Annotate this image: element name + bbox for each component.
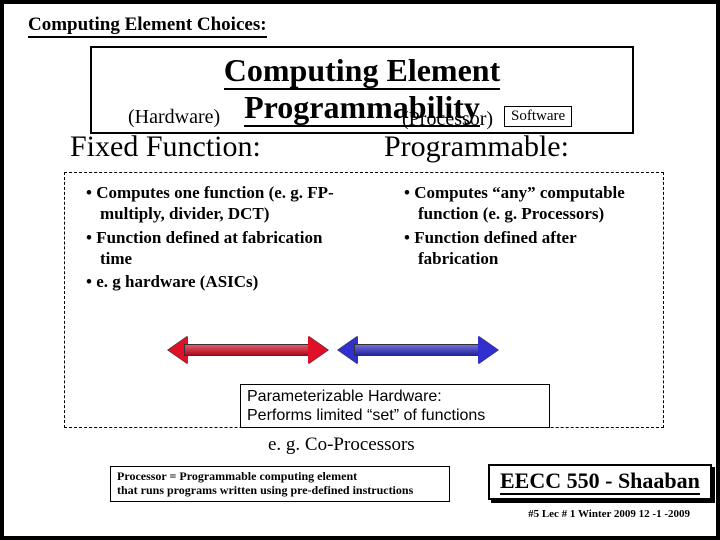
list-item: e. g hardware (ASICs) xyxy=(100,271,348,292)
course-box: EECC 550 - Shaaban xyxy=(488,464,712,500)
arrow-right-blue-icon xyxy=(338,342,498,358)
definition-line-2: that runs programs written using pre-def… xyxy=(117,484,443,498)
course-box-wrap: EECC 550 - Shaaban xyxy=(488,464,712,500)
list-item: Computes one function (e. g. FP-multiply… xyxy=(100,182,348,225)
parameterizable-box: Parameterizable Hardware: Performs limit… xyxy=(240,384,550,428)
definition-line-1: Processor = Programmable computing eleme… xyxy=(117,470,443,484)
list-item: Function defined after fabrication xyxy=(418,227,656,270)
slide: Computing Element Choices: Computing Ele… xyxy=(0,0,720,540)
right-heading: Programmable: xyxy=(384,130,569,164)
right-bullets: Computes “any” computable function (e. g… xyxy=(396,182,656,271)
double-arrow-graphic xyxy=(168,334,498,368)
course-label: EECC 550 - Shaaban xyxy=(500,468,700,495)
left-paren-label: (Hardware) xyxy=(128,106,220,129)
coprocessor-label: e. g. Co-Processors xyxy=(268,434,415,456)
definition-box: Processor = Programmable computing eleme… xyxy=(110,466,450,502)
arrow-left-red-icon xyxy=(168,342,328,358)
slide-footer: #5 Lec # 1 Winter 2009 12 -1 -2009 xyxy=(528,508,690,520)
param-line-1: Parameterizable Hardware: xyxy=(247,387,543,406)
left-heading: Fixed Function: xyxy=(70,130,261,164)
list-item: Computes “any” computable function (e. g… xyxy=(418,182,656,225)
param-line-2: Performs limited “set” of functions xyxy=(247,406,543,425)
list-item: Function defined at fabrication time xyxy=(100,227,348,270)
right-paren-label: (Processor) xyxy=(402,108,493,131)
software-box: Software xyxy=(504,106,572,127)
breadcrumb-heading: Computing Element Choices: xyxy=(28,14,267,38)
left-bullets: Computes one function (e. g. FP-multiply… xyxy=(78,182,348,294)
